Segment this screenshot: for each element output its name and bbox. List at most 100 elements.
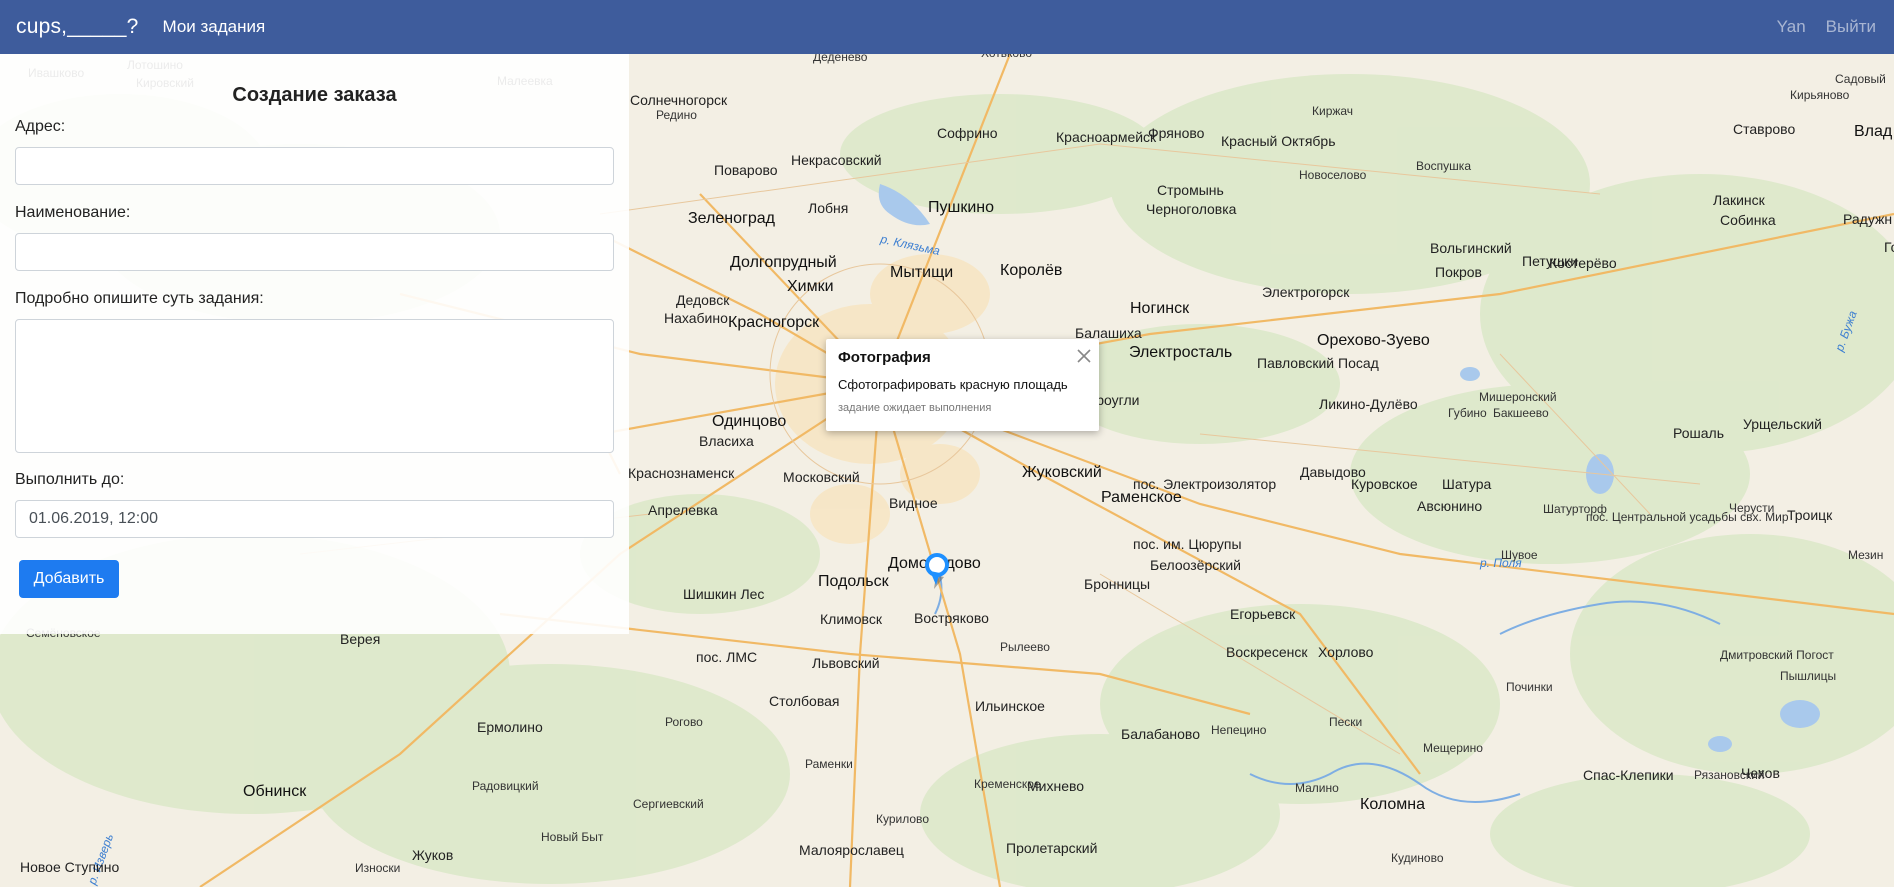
map-place-label: Бронницы [1084,576,1151,592]
map-place-label: Красный Октябрь [1221,133,1336,149]
map-place-label: Вольгинский [1430,240,1512,256]
map-place-label: Дедовск [676,292,730,308]
map-place-label: Непецино [1211,723,1267,737]
deadline-label: Выполнить до: [15,471,125,488]
map-place-label: Воспушка [1416,159,1471,173]
close-icon[interactable] [1075,347,1093,365]
map-place-label: Шишкин Лес [683,586,765,602]
map-place-label: Софрино [937,125,998,141]
map-place-label: Черусти [1729,501,1775,515]
map-place-label: Красногорск [728,314,820,331]
navbar: cups,_____? Мои задания Yan Выйти [0,0,1894,54]
map-place-label: Малоярославец [799,842,904,858]
map-place-label: Спас-Клепики [1583,767,1674,783]
map-place-label: Авсюнино [1417,498,1483,514]
map-place-label: Сергиевский [633,797,704,811]
map-place-label: пос. им. Цюрупы [1133,536,1242,552]
map-place-label: Рогово [665,715,703,729]
map-place-label: Гол [1884,239,1894,255]
nav-user-link[interactable]: Yan [1777,17,1806,37]
nav-my-tasks-link[interactable]: Мои задания [162,17,265,37]
map-place-label: Троицк [1787,507,1833,523]
map-place-label: Бакшеево [1493,406,1549,420]
map-place-label: Редино [656,108,697,122]
map-place-label: Лобня [808,200,849,216]
map-place-label: Мишеронский [1479,390,1557,404]
map-place-label: Электросталь [1129,344,1233,361]
form-title: Создание заказа [232,84,397,106]
description-textarea[interactable] [15,319,614,453]
map-place-label: Рылеево [1000,640,1050,654]
map-place-label: Шатура [1442,476,1492,492]
map-place-label: Куровское [1351,476,1418,492]
map-place-label: Киржач [1312,104,1354,118]
map-place-label: Рошаль [1673,425,1724,441]
map-place-label: Фряново [1148,125,1205,141]
map-place-label: Ликино-Дулёво [1319,396,1418,412]
address-input[interactable] [15,147,614,185]
map-place-label: Дмитровский Погост [1720,648,1834,662]
map-place-label: Ермолино [477,719,543,735]
map-marker-pin[interactable] [924,553,960,593]
brand-link[interactable]: cups,_____? [16,15,138,39]
map-place-label: Обнинск [243,783,307,800]
map-place-label: Радовицкий [472,779,539,793]
map-place-label: Рязановский [1694,768,1765,782]
map-place-label: Ставрово [1733,121,1796,137]
nav-right: Yan Выйти [1777,17,1876,37]
map-place-label: Хорлово [1318,644,1374,660]
description-label: Подробно опишите суть задания: [15,290,264,307]
map-place-label: Кудиново [1391,851,1444,865]
map-place-label: Новое Ступино [20,859,120,875]
name-label: Наименование: [15,204,131,221]
map-place-label: Долгопрудный [730,254,837,271]
map-place-label: Некрасовский [791,152,882,168]
address-label: Адрес: [15,118,66,135]
map-place-label: Жуков [412,847,454,863]
deadline-input[interactable]: 01.06.2019, 12:00 [15,500,614,538]
map-place-label: Пушкино [928,199,995,216]
map-place-label: Черноголовка [1146,201,1237,217]
map-place-label: Видное [889,495,938,511]
map-place-label: Урщельский [1743,416,1822,432]
map-place-label: Куриловo [876,812,930,826]
map-place-label: Орехово-Зуево [1317,332,1430,349]
map-place-label: Краснознаменск [628,465,735,481]
map-place-label: Ильинское [975,698,1045,714]
map-place-label: Покров [1435,264,1482,280]
map-place-label: Коломна [1360,796,1426,813]
map-place-label: Белоозёрский [1150,557,1242,573]
map-place-label: Собинка [1720,212,1776,228]
map-place-label: Пролетарский [1006,840,1098,856]
map-place-label: Новый Быт [541,830,604,844]
map-place-label: пос. ЛМС [696,649,758,665]
map-place-label: Апрелевка [648,502,718,518]
map-place-label: Пышлицы [1780,669,1837,683]
map-place-label: Востряково [914,610,989,626]
balloon-body: Сфотографировать красную площадь [838,377,1068,392]
map-place-label: Химки [787,278,834,295]
map-place-label: Нахабино [664,310,728,326]
map-place-label: Малино [1295,781,1339,795]
map-place-label: Столбовая [769,693,840,709]
map-place-label: Балабаново [1121,726,1200,742]
map-place-label: Королёв [1000,262,1063,279]
nav-logout-link[interactable]: Выйти [1826,17,1876,37]
map-place-label: Деденево [813,54,868,64]
map-place-label: Михнево [1027,778,1085,794]
name-input[interactable] [15,233,614,271]
map-place-label: Радужн [1843,211,1893,227]
balloon-status: задание ожидает выполнения [838,402,992,414]
add-button[interactable]: Добавить [19,560,119,598]
map-place-label: Красноармейск [1056,129,1157,145]
map-place-label: Шувое [1501,548,1538,562]
map-place-label: Стромынь [1157,182,1224,198]
map-place-label: Одинцово [712,413,787,430]
map-place-label: Власиха [699,433,754,449]
map-place-label: Раменское [1101,489,1182,506]
map-place-label: Жуковский [1022,464,1102,481]
map-place-label: Зеленоград [688,210,775,227]
map-place-label: Подольск [818,573,889,590]
map-place-label: Электрогорск [1262,284,1350,300]
map-place-label: Львовский [812,655,880,671]
